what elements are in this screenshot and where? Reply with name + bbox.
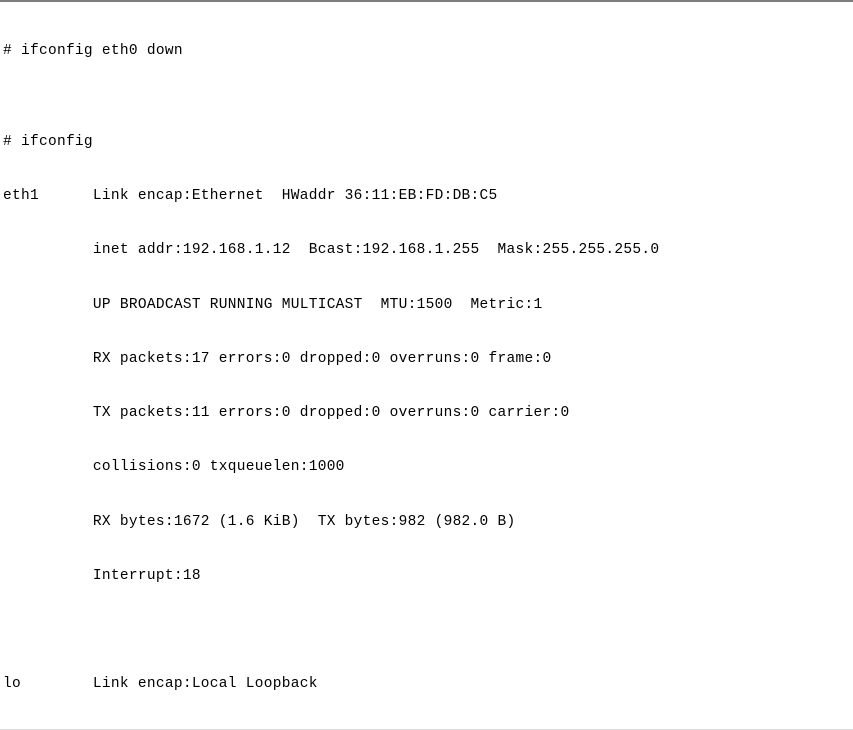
terminal-screen[interactable]: # ifconfig eth0 down # ifconfig eth1 Lin… <box>0 2 853 729</box>
output-line-lo-link: lo Link encap:Local Loopback <box>3 676 318 693</box>
output-line-eth1-inet: inet addr:192.168.1.12 Bcast:192.168.1.2… <box>3 242 660 259</box>
terminal-window[interactable]: # ifconfig eth0 down # ifconfig eth1 Lin… <box>0 0 853 730</box>
output-line-eth1-flags: UP BROADCAST RUNNING MULTICAST MTU:1500 … <box>3 296 543 313</box>
output-line-eth1-interrupt: Interrupt:18 <box>3 567 201 584</box>
output-line-eth1-rx-packets: RX packets:17 errors:0 dropped:0 overrun… <box>3 350 552 367</box>
output-line-eth1-link: eth1 Link encap:Ethernet HWaddr 36:11:EB… <box>3 187 498 204</box>
output-line-eth1-bytes: RX bytes:1672 (1.6 KiB) TX bytes:982 (98… <box>3 513 516 530</box>
prompt-line: # ifconfig eth0 down <box>3 43 183 60</box>
output-line-eth1-tx-packets: TX packets:11 errors:0 dropped:0 overrun… <box>3 405 570 422</box>
output-blank-line <box>3 621 853 639</box>
prompt-line: # ifconfig <box>3 133 93 150</box>
output-line-eth1-collisions: collisions:0 txqueuelen:1000 <box>3 459 345 476</box>
command-block-ifconfig-down: # ifconfig eth0 down <box>3 6 853 96</box>
command-block-ifconfig: # ifconfig eth1 Link encap:Ethernet HWad… <box>3 96 853 729</box>
